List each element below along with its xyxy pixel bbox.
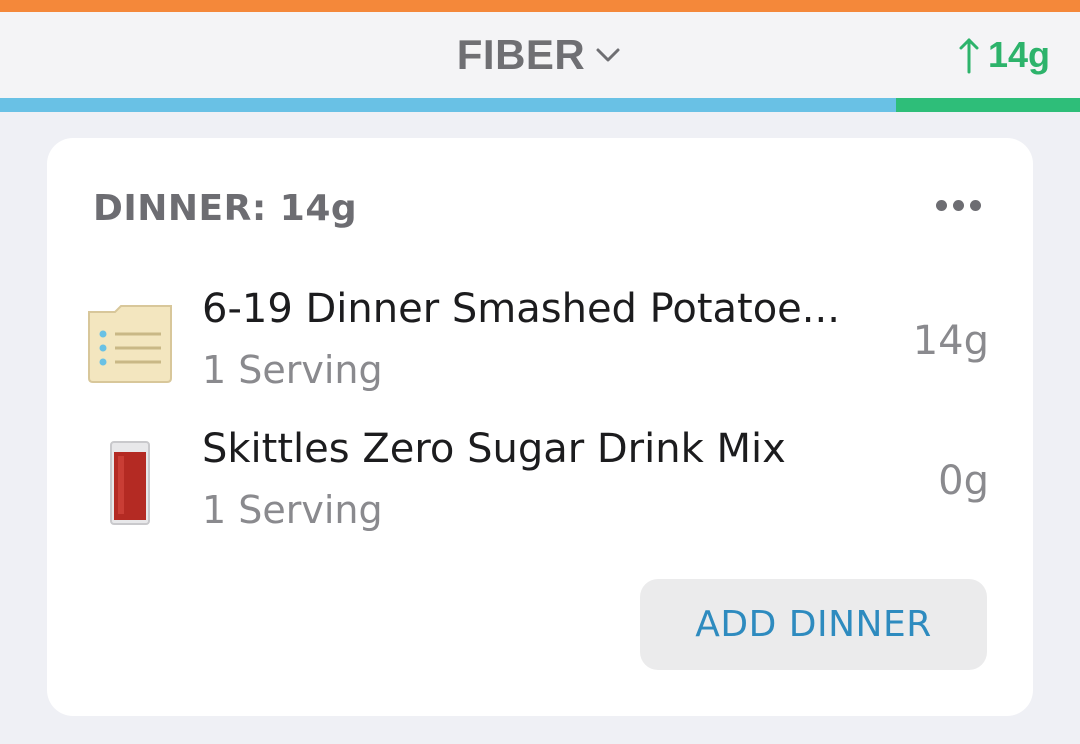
nutrient-selector[interactable]: FIBER bbox=[0, 12, 1080, 98]
recipe-list-icon bbox=[88, 305, 172, 383]
meal-title: DINNER: 14g bbox=[93, 188, 358, 229]
food-item-skittles-drink-mix[interactable]: Skittles Zero Sugar Drink Mix 1 Serving … bbox=[47, 418, 1033, 538]
food-fiber-amount: 14g bbox=[912, 318, 989, 364]
dinner-card: DINNER: 14g 6-19 Dinner Smashed Potatoe.… bbox=[47, 138, 1033, 716]
food-name: Skittles Zero Sugar Drink Mix bbox=[202, 426, 786, 472]
chevron-down-icon bbox=[596, 48, 620, 62]
top-accent-strip bbox=[0, 0, 1080, 12]
add-dinner-button[interactable]: ADD DINNER bbox=[640, 579, 987, 670]
arrow-up-icon bbox=[959, 38, 979, 74]
drink-glass-icon bbox=[110, 441, 150, 525]
header-bar: FIBER 14g bbox=[0, 12, 1080, 98]
food-fiber-amount: 0g bbox=[938, 458, 989, 504]
food-serving: 1 Serving bbox=[202, 488, 383, 532]
food-item-smashed-potatoes[interactable]: 6-19 Dinner Smashed Potatoe... 1 Serving… bbox=[47, 278, 1033, 398]
nutrient-progress-bar bbox=[0, 98, 1080, 112]
progress-fill bbox=[0, 98, 897, 112]
food-serving: 1 Serving bbox=[202, 348, 383, 392]
nutrient-label: FIBER bbox=[456, 31, 586, 78]
trend-value: 14g bbox=[987, 34, 1050, 75]
food-name: 6-19 Dinner Smashed Potatoe... bbox=[202, 286, 840, 332]
nutrient-trend: 14g bbox=[958, 12, 1050, 98]
more-icon[interactable] bbox=[936, 200, 981, 211]
